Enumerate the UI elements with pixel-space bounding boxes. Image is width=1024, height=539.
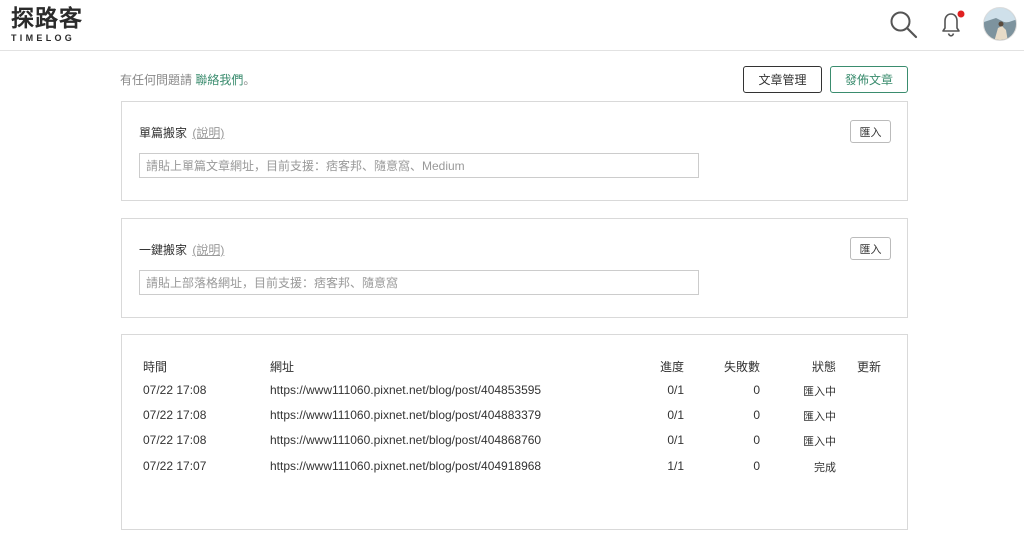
contact-suffix: 。 (243, 73, 256, 87)
row-status: 匯入中 (803, 436, 836, 448)
row-failed: 0 (753, 459, 760, 473)
row-status: 完成 (814, 462, 836, 474)
blog-url-input[interactable] (139, 270, 699, 295)
oneclick-move-help-link[interactable]: (說明) (192, 243, 224, 257)
row-failed: 0 (753, 408, 760, 422)
single-move-title: 單篇搬家 (說明) (139, 124, 224, 141)
publish-article-button[interactable]: 發佈文章 (830, 66, 908, 93)
oneclick-move-panel: 一鍵搬家 (說明) 匯入 (121, 218, 908, 318)
row-url: https://www111060.pixnet.net/blog/post/4… (270, 433, 542, 447)
header-update: 更新 (857, 360, 882, 374)
contact-prefix: 有任何問題請 (120, 73, 193, 87)
header-status: 狀態 (811, 360, 836, 374)
single-import-button[interactable]: 匯入 (850, 120, 891, 143)
row-time: 07/22 17:08 (143, 433, 207, 447)
row-failed: 0 (753, 433, 760, 447)
logo-chinese: 探路客 (11, 6, 83, 32)
table-row: 07/22 17:08 https://www111060.pixnet.net… (122, 433, 909, 458)
row-time: 07/22 17:08 (143, 408, 207, 422)
row-time: 07/22 17:07 (143, 459, 207, 473)
table-row: 07/22 17:08 https://www111060.pixnet.net… (122, 408, 909, 433)
single-move-label: 單篇搬家 (139, 126, 188, 140)
single-url-input[interactable] (139, 153, 699, 178)
single-move-panel: 單篇搬家 (說明) 匯入 (121, 101, 908, 201)
header-time: 時間 (143, 360, 168, 374)
header-bar: 探路客 TIMELOG (0, 0, 1024, 51)
import-status-panel: 時間 網址 進度 失敗數 狀態 更新 07/22 17:08 https://w… (121, 334, 908, 530)
search-icon[interactable] (888, 9, 918, 39)
oneclick-import-button[interactable]: 匯入 (850, 237, 891, 260)
notification-dot (957, 10, 965, 18)
row-progress: 0/1 (667, 433, 684, 447)
row-failed: 0 (753, 383, 760, 397)
logo-english: TIMELOG (11, 33, 76, 43)
oneclick-move-label: 一鍵搬家 (139, 243, 188, 257)
row-status: 匯入中 (803, 386, 836, 398)
header-url: 網址 (270, 360, 295, 374)
manage-articles-button[interactable]: 文章管理 (743, 66, 822, 93)
row-progress: 0/1 (667, 408, 684, 422)
avatar[interactable] (983, 7, 1017, 41)
row-status: 匯入中 (803, 411, 836, 423)
single-move-help-link[interactable]: (說明) (192, 126, 224, 140)
header-failed: 失敗數 (723, 360, 760, 374)
table-row: 07/22 17:08 https://www111060.pixnet.net… (122, 383, 909, 408)
row-url: https://www111060.pixnet.net/blog/post/4… (270, 459, 542, 473)
contact-note: 有任何問題請 聯絡我們。 (120, 71, 255, 88)
bell-icon[interactable] (936, 9, 966, 39)
row-progress: 0/1 (667, 383, 684, 397)
avatar-image (984, 8, 1016, 40)
logo[interactable]: 探路客 TIMELOG (11, 6, 83, 43)
row-url: https://www111060.pixnet.net/blog/post/4… (270, 383, 542, 397)
row-time: 07/22 17:08 (143, 383, 207, 397)
oneclick-move-title: 一鍵搬家 (說明) (139, 241, 224, 258)
row-progress: 1/1 (667, 459, 684, 473)
contact-us-link[interactable]: 聯絡我們 (195, 73, 243, 87)
row-url: https://www111060.pixnet.net/blog/post/4… (270, 408, 542, 422)
header-progress: 進度 (659, 360, 684, 374)
table-row: 07/22 17:07 https://www111060.pixnet.net… (122, 459, 909, 484)
